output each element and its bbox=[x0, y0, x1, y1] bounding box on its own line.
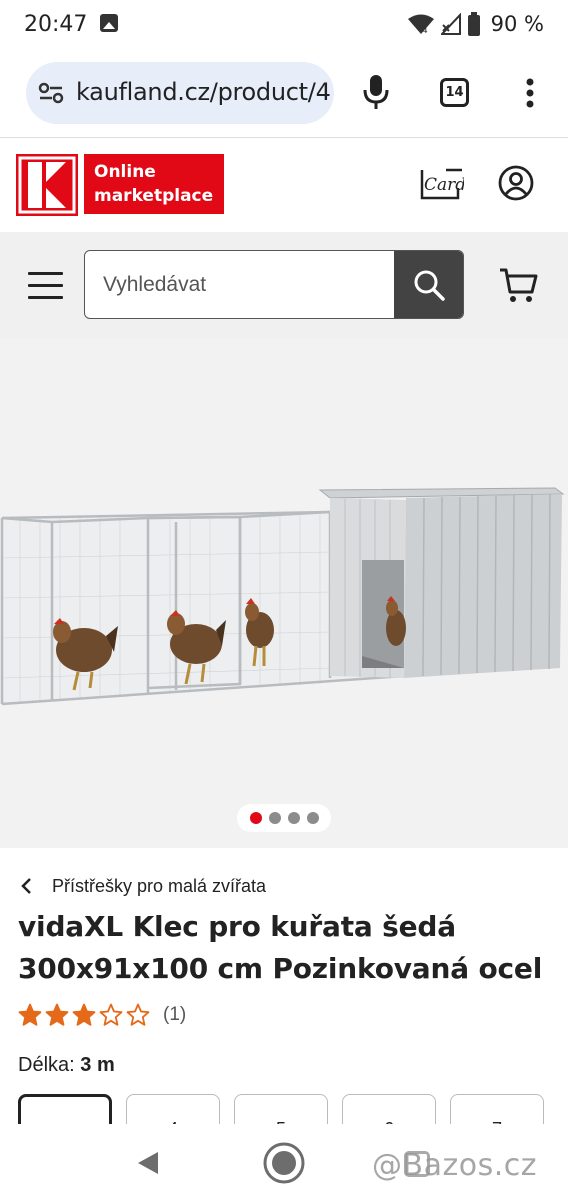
address-bar[interactable]: kaufland.cz/product/4 bbox=[26, 62, 334, 124]
brand-line1: Online bbox=[94, 162, 156, 182]
variant-value: 3 m bbox=[80, 1054, 115, 1076]
card-icon-text: Card bbox=[424, 175, 464, 195]
variant-options: 34567 bbox=[18, 1094, 544, 1124]
rating-stars bbox=[18, 1003, 153, 1027]
cart-icon[interactable] bbox=[498, 266, 538, 304]
search-box bbox=[84, 250, 464, 319]
search-input[interactable] bbox=[85, 251, 395, 318]
site-header: Online marketplace Card bbox=[0, 139, 568, 232]
variant-option[interactable]: 3 bbox=[18, 1094, 112, 1124]
star-filled-icon bbox=[72, 1003, 96, 1026]
carousel-dot[interactable] bbox=[287, 812, 300, 824]
more-vert-icon[interactable] bbox=[524, 78, 536, 108]
carousel-dot[interactable] bbox=[249, 812, 262, 824]
tabs-icon[interactable]: 14 bbox=[440, 78, 469, 107]
product-image[interactable] bbox=[0, 338, 568, 848]
carousel-dot[interactable] bbox=[306, 812, 319, 824]
variant-label: Délka: 3 m bbox=[18, 1054, 115, 1077]
rating-count[interactable]: (1) bbox=[163, 1004, 186, 1026]
svg-text:4: 4 bbox=[422, 26, 428, 35]
battery-icon bbox=[467, 12, 480, 36]
back-icon[interactable] bbox=[136, 1150, 160, 1176]
system-nav-bar: @Bazos.cz bbox=[0, 1124, 568, 1200]
status-bar: 20:47 4 90 % bbox=[0, 0, 568, 48]
card-icon[interactable]: Card bbox=[416, 166, 464, 202]
star-filled-icon bbox=[18, 1003, 42, 1026]
search-button[interactable] bbox=[394, 251, 463, 318]
search-icon bbox=[414, 270, 445, 301]
chevron-left-icon[interactable] bbox=[18, 877, 36, 895]
product-title: vidaXL Klec pro kuřata šedá 300x91x100 c… bbox=[18, 910, 543, 985]
variant-option[interactable]: 6 bbox=[342, 1094, 436, 1124]
product-rating[interactable]: (1) bbox=[18, 1003, 186, 1027]
mic-icon[interactable] bbox=[362, 74, 390, 110]
url-text[interactable]: kaufland.cz/product/4 bbox=[76, 78, 331, 106]
brand-line2: marketplace bbox=[94, 186, 214, 206]
chicken-coop-image bbox=[0, 487, 565, 706]
breadcrumb[interactable]: Přístřešky pro malá zvířata bbox=[18, 874, 266, 898]
star-filled-icon bbox=[45, 1003, 69, 1026]
watermark: @Bazos.cz bbox=[372, 1148, 537, 1183]
account-icon[interactable] bbox=[498, 165, 534, 201]
carousel-dots bbox=[237, 804, 331, 832]
variant-option[interactable]: 4 bbox=[126, 1094, 220, 1124]
breadcrumb-label[interactable]: Přístřešky pro malá zvířata bbox=[52, 876, 266, 897]
image-icon bbox=[100, 14, 118, 32]
menu-icon[interactable] bbox=[28, 272, 63, 299]
browser-toolbar: kaufland.cz/product/4 14 bbox=[0, 48, 568, 138]
variant-option[interactable]: 7 bbox=[450, 1094, 544, 1124]
carousel-dot[interactable] bbox=[268, 812, 281, 824]
variant-label-text: Délka: bbox=[18, 1054, 75, 1076]
status-icons: 4 90 % bbox=[407, 12, 544, 36]
kaufland-logo[interactable] bbox=[16, 154, 78, 216]
battery-percent: 90 % bbox=[490, 12, 544, 36]
tab-count: 14 bbox=[445, 85, 464, 100]
star-empty-icon bbox=[99, 1003, 123, 1026]
signal-icon bbox=[440, 13, 461, 35]
marketplace-logo[interactable]: Online marketplace bbox=[84, 154, 224, 214]
status-time: 20:47 bbox=[24, 12, 88, 37]
tune-icon[interactable] bbox=[38, 81, 64, 105]
wifi-icon: 4 bbox=[407, 14, 434, 35]
variant-option[interactable]: 5 bbox=[234, 1094, 328, 1124]
search-bar-area bbox=[0, 232, 568, 338]
star-empty-icon bbox=[126, 1003, 150, 1026]
home-icon[interactable] bbox=[262, 1141, 306, 1185]
